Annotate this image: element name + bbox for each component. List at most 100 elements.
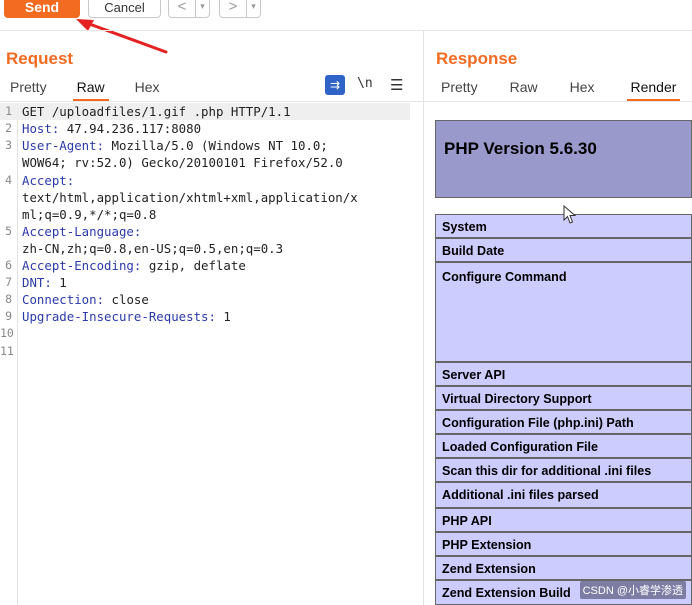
line-number: 6: [5, 258, 12, 272]
request-title: Request: [6, 49, 74, 68]
chevron-right-icon[interactable]: >: [220, 0, 246, 17]
header-value: gzip, deflate: [141, 258, 246, 273]
row-label: System: [442, 220, 487, 234]
row-label: Zend Extension: [442, 562, 536, 576]
code-line[interactable]: 5 Accept-Language:: [0, 223, 410, 240]
line-number: 9: [5, 309, 12, 323]
info-row: PHP API: [435, 508, 692, 532]
header-value: 1: [215, 309, 231, 324]
tab-pretty[interactable]: Pretty: [6, 75, 51, 99]
row-label: Configure Command: [442, 270, 567, 284]
panel-divider[interactable]: [423, 30, 424, 605]
tab-hex[interactable]: Hex: [131, 75, 164, 99]
code-line[interactable]: ml;q=0.9,*/*;q=0.8: [0, 206, 410, 223]
php-version-header: PHP Version 5.6.30: [435, 120, 692, 198]
code-line[interactable]: 4 Accept:: [0, 172, 410, 189]
info-row: Zend Extension: [435, 556, 692, 580]
chevron-left-icon[interactable]: <: [169, 0, 195, 17]
info-row: Scan this dir for additional .ini files: [435, 458, 692, 482]
line-number: [0, 240, 14, 257]
info-row: Server API: [435, 362, 692, 386]
request-editor[interactable]: 1 GET /uploadfiles/1.gif .php HTTP/1.1 2…: [0, 103, 423, 605]
tab-raw[interactable]: Raw: [506, 75, 542, 99]
tab-raw[interactable]: Raw: [72, 75, 109, 101]
hamburger-menu-icon[interactable]: ☰: [390, 76, 403, 94]
tab-pretty[interactable]: Pretty: [437, 75, 482, 99]
code-line[interactable]: 8 Connection: close: [0, 291, 410, 308]
row-label: PHP Extension: [442, 538, 532, 552]
line-number: [0, 154, 14, 171]
code-line[interactable]: 1 GET /uploadfiles/1.gif .php HTTP/1.1: [0, 103, 410, 120]
info-row: Loaded Configuration File: [435, 434, 692, 458]
code-text: ml;q=0.9,*/*;q=0.8: [22, 207, 157, 222]
response-title: Response: [436, 49, 518, 68]
code-line[interactable]: 6 Accept-Encoding: gzip, deflate: [0, 257, 410, 274]
code-line[interactable]: text/html,application/xhtml+xml,applicat…: [0, 189, 410, 206]
tab-render[interactable]: Render: [626, 75, 681, 101]
code-line[interactable]: 3 User-Agent: Mozilla/5.0 (Windows NT 10…: [0, 137, 410, 154]
annotation-arrow-icon: [76, 19, 168, 54]
header-value: Mozilla/5.0 (Windows NT 10.0;: [104, 138, 328, 153]
request-tabs: Pretty Raw Hex: [6, 75, 164, 101]
line-number: 8: [5, 292, 12, 306]
line-number: 11: [0, 344, 14, 358]
code-line[interactable]: 9 Upgrade-Insecure-Requests: 1: [0, 308, 410, 325]
watermark: CSDN @小睿学渗透: [579, 581, 686, 599]
top-separator: [0, 30, 692, 31]
line-number: 1: [5, 104, 12, 118]
code-line[interactable]: 2 Host: 47.94.236.117:8080: [0, 120, 410, 137]
line-number: 10: [0, 326, 14, 340]
response-tabs: Pretty Raw Hex Render: [437, 75, 681, 101]
line-number: [0, 189, 14, 206]
info-row: PHP Extension: [435, 532, 692, 556]
response-tab-underline: [424, 101, 692, 102]
row-label: Server API: [442, 368, 506, 382]
code-text: WOW64; rv:52.0) Gecko/20100101 Firefox/5…: [22, 155, 343, 170]
line-number: 4: [5, 173, 12, 187]
forward-nav-group[interactable]: > ▾: [219, 0, 261, 18]
code-line[interactable]: zh-CN,zh;q=0.8,en-US;q=0.5,en;q=0.3: [0, 240, 410, 257]
header-key: User-Agent:: [22, 138, 105, 153]
newline-toggle[interactable]: \n: [357, 76, 373, 91]
row-label: PHP API: [442, 514, 492, 528]
request-tab-underline: [0, 101, 423, 102]
header-value: close: [104, 292, 149, 307]
info-row: Build Date: [435, 238, 692, 262]
header-key: DNT:: [22, 275, 52, 290]
header-key: Accept:: [22, 173, 75, 188]
header-key: Accept-Encoding:: [22, 258, 142, 273]
wrap-lines-icon[interactable]: ⇉: [325, 75, 345, 95]
info-row: Configuration File (php.ini) Path: [435, 410, 692, 434]
header-key: Host:: [22, 121, 60, 136]
info-row: Virtual Directory Support: [435, 386, 692, 410]
chevron-down-icon[interactable]: ▾: [246, 0, 260, 17]
code-line[interactable]: 11: [0, 343, 410, 360]
row-label: Zend Extension Build: [442, 586, 571, 600]
code-line[interactable]: WOW64; rv:52.0) Gecko/20100101 Firefox/5…: [0, 154, 410, 171]
line-number: [0, 206, 14, 223]
line-number: 5: [5, 224, 12, 238]
line-number: 2: [5, 121, 12, 135]
info-row: Configure Command: [435, 262, 692, 362]
row-label: Configuration File (php.ini) Path: [442, 416, 634, 430]
row-label: Virtual Directory Support: [442, 392, 592, 406]
info-row: Additional .ini files parsed: [435, 482, 692, 508]
tab-hex[interactable]: Hex: [566, 75, 599, 99]
row-label: Loaded Configuration File: [442, 440, 599, 454]
header-key: Accept-Language:: [22, 224, 142, 239]
header-value: 47.94.236.117:8080: [59, 121, 202, 136]
header-key: Upgrade-Insecure-Requests:: [22, 309, 216, 324]
line-number: 7: [5, 275, 12, 289]
mouse-cursor-icon: [563, 205, 577, 224]
code-text: GET /uploadfiles/1.gif .php HTTP/1.1: [22, 104, 291, 119]
row-label: Build Date: [442, 244, 505, 258]
code-text: zh-CN,zh;q=0.8,en-US;q=0.5,en;q=0.3: [22, 241, 284, 256]
header-value: 1: [51, 275, 67, 290]
send-button[interactable]: Send: [4, 0, 80, 18]
row-label: Scan this dir for additional .ini files: [442, 464, 652, 478]
php-version-title: PHP Version 5.6.30: [444, 139, 597, 158]
code-line[interactable]: 7 DNT: 1: [0, 274, 410, 291]
header-key: Connection:: [22, 292, 105, 307]
code-line[interactable]: 10: [0, 325, 410, 342]
chevron-down-icon[interactable]: ▾: [195, 0, 209, 17]
